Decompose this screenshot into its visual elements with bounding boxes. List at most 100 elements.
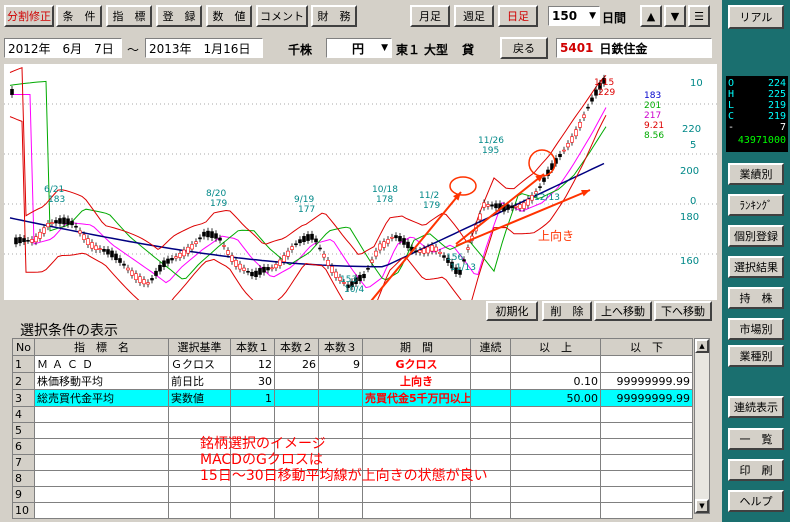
table-scrollbar[interactable]: ▲ ▼: [694, 338, 710, 514]
values-button[interactable]: 数 値: [206, 5, 252, 27]
count-select[interactable]: 150 ▼: [548, 6, 600, 26]
continuous-display-button[interactable]: 連続表示: [728, 396, 784, 418]
sidebar-item-holdings[interactable]: 持 株: [728, 287, 784, 309]
currency-select[interactable]: 円 ▼: [326, 38, 392, 58]
table-cell: 12: [230, 355, 275, 373]
sidebar-item-ranking[interactable]: ﾗﾝｷﾝｸﾞ: [728, 194, 784, 216]
candle-body: [214, 233, 218, 239]
annotation-value: 178: [376, 195, 393, 205]
print-button[interactable]: 印 刷: [728, 459, 784, 481]
weekly-button[interactable]: 週足: [454, 5, 494, 27]
candle-body: [574, 129, 578, 137]
end-date-field[interactable]: 2013年 1月16日: [145, 38, 263, 58]
axis-tick-label: 5: [690, 140, 696, 151]
candle-body: [330, 266, 334, 273]
scroll-down-arrow[interactable]: ▼: [695, 499, 709, 513]
condition-button[interactable]: 条 件: [56, 5, 102, 27]
table-cell: [470, 422, 511, 439]
table-row[interactable]: 9: [12, 486, 693, 503]
table-row[interactable]: 2 株価移動平均 前日比 30 上向き 0.10 99999999.99: [12, 372, 693, 390]
register-button[interactable]: 登 録: [156, 5, 202, 27]
candle-body: [582, 114, 586, 118]
table-cell: [274, 389, 319, 407]
list-button[interactable]: 一 覧: [728, 428, 784, 450]
table-row[interactable]: 6: [12, 438, 693, 455]
table-cell: 前日比: [168, 372, 231, 390]
candle-body: [14, 237, 18, 245]
help-button[interactable]: ヘルプ: [728, 490, 784, 512]
column-header: 本数２: [274, 338, 319, 356]
candle-body: [50, 222, 54, 224]
candle-body: [74, 225, 78, 228]
table-cell: 99999999.99: [600, 372, 693, 390]
scroll-up-arrow[interactable]: ▲: [695, 339, 709, 353]
candle-body: [590, 97, 594, 102]
annotation-label: 1/15: [594, 78, 614, 88]
bollinger-upper: [9, 66, 607, 255]
table-cell: [510, 422, 601, 439]
candle-body: [86, 238, 90, 245]
table-cell: [362, 438, 471, 455]
scroll-up-button[interactable]: ▲: [640, 5, 662, 27]
table-row[interactable]: 4: [12, 406, 693, 423]
sidebar-item-results[interactable]: 選択結果: [728, 256, 784, 278]
table-cell: [470, 406, 511, 423]
table-cell: 1: [12, 355, 35, 373]
triangle-down-icon: ▼: [670, 9, 680, 23]
ohlc-key: -: [728, 122, 735, 133]
table-cell: [600, 422, 693, 439]
stock-code-field[interactable]: 5401 日鉄住金: [556, 38, 712, 58]
sidebar-item-individual[interactable]: 個別登録: [728, 225, 784, 247]
comment-button[interactable]: コメント: [256, 5, 308, 27]
ohlc-value: 219: [767, 111, 786, 122]
candle-body: [78, 230, 82, 234]
table-cell: [34, 438, 169, 455]
reset-button[interactable]: 初期化: [486, 301, 538, 321]
candle-body: [42, 227, 46, 234]
triangle-up-icon: ▲: [646, 9, 656, 23]
move-up-button[interactable]: 上へ移動: [594, 301, 652, 321]
table-row[interactable]: 10: [12, 502, 693, 519]
sidebar-item-market[interactable]: 市場別: [728, 318, 784, 340]
ma-line-mid: [9, 80, 607, 281]
table-cell: [274, 502, 319, 519]
conditions-title: 選択条件の表示: [20, 323, 118, 339]
column-header: 本数３: [318, 338, 363, 356]
table-cell: [600, 438, 693, 455]
table-cell: 上向き: [362, 372, 471, 390]
realtime-button[interactable]: リアル: [728, 5, 784, 29]
ohlc-key: H: [728, 89, 735, 100]
candle-body: [222, 245, 226, 247]
delete-button[interactable]: 削 除: [542, 301, 592, 321]
start-date-field[interactable]: 2012年 6月 7日: [4, 38, 122, 58]
candle-body: [518, 204, 522, 209]
table-cell: [600, 454, 693, 471]
table-cell: [470, 389, 511, 407]
candle-body: [306, 234, 310, 241]
daily-button[interactable]: 日足: [498, 5, 538, 27]
table-row[interactable]: 3 総売買代金平均 実数値 1 売買代金5千万円以上 50.00 99999999.99: [12, 389, 693, 407]
back-button[interactable]: 戻る: [500, 37, 548, 59]
candle-body: [206, 230, 210, 238]
scroll-down-button[interactable]: ▼: [664, 5, 686, 27]
monthly-button[interactable]: 月足: [410, 5, 450, 27]
highlight-circle: [449, 176, 477, 196]
finance-button[interactable]: 財 務: [311, 5, 357, 27]
candle-body: [266, 267, 270, 271]
candle-body: [466, 247, 470, 250]
chevron-down-icon: ▼: [381, 43, 388, 53]
candle-body: [578, 122, 582, 128]
split-adjust-button[interactable]: 分割修正: [4, 5, 54, 27]
candle-body: [66, 218, 70, 225]
annotation-label: 11/26: [478, 136, 504, 146]
sidebar-item-industry[interactable]: 業種別: [728, 345, 784, 367]
indicator-button[interactable]: 指 標: [106, 5, 152, 27]
range-separator: ～: [127, 43, 140, 57]
candle-body: [526, 198, 530, 206]
table-row[interactable]: 1 ＭＡＣＤ Ｇクロス 12 26 9 Gクロス: [12, 355, 693, 373]
menu-button[interactable]: ☰: [688, 5, 710, 27]
table-row[interactable]: 5: [12, 422, 693, 439]
move-down-button[interactable]: 下へ移動: [654, 301, 712, 321]
annotation-label: 8/20: [206, 189, 226, 199]
sidebar-item-earnings[interactable]: 業績別: [728, 163, 784, 185]
